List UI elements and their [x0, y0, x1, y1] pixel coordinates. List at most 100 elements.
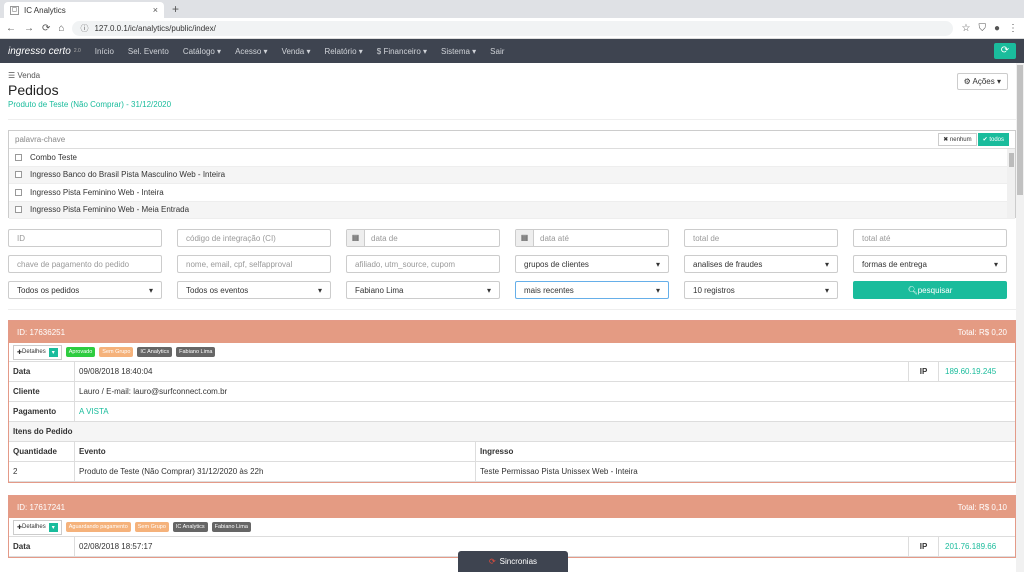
brand-version: 2.0 — [73, 48, 81, 54]
select-value: 10 registros — [693, 285, 735, 295]
nav-item-catalogo[interactable]: Catálogo ▾ — [183, 47, 221, 56]
chevron-down-icon: ▾ — [824, 285, 829, 295]
scroll-thumb[interactable] — [1017, 65, 1023, 195]
checkbox[interactable] — [15, 206, 22, 214]
ip-link[interactable]: 201.76.189.66 — [938, 537, 1015, 556]
payment-link[interactable]: A VISTA — [74, 402, 1015, 421]
list-item[interactable]: Ingresso Pista Feminino Web - Inteira — [9, 184, 1015, 202]
nav-item-sel-evento[interactable]: Sel. Evento — [128, 47, 169, 56]
divider — [8, 119, 1016, 120]
chevron-down-icon: ▾ — [317, 285, 322, 295]
select-value: Todos os eventos — [186, 285, 249, 295]
scroll-thumb[interactable] — [1008, 153, 1014, 167]
option-label: Ingresso Pista Feminino Web - Inteira — [30, 187, 164, 197]
back-icon[interactable]: ← — [6, 23, 16, 34]
nav-item-relatorio[interactable]: Relatório ▾ — [325, 47, 363, 56]
star-icon[interactable]: ☆ — [961, 23, 970, 34]
group-badge: Sem Grupo — [99, 347, 134, 357]
breadcrumb-label: Venda — [17, 71, 41, 80]
main-content: ☰ Venda Pedidos Produto de Teste (Não Co… — [0, 63, 1024, 558]
app-badge: IC Analytics — [137, 347, 173, 357]
none-label: nenhum — [949, 137, 972, 143]
brand-logo[interactable]: ingresso certo 2.0 — [8, 46, 81, 57]
shield-icon[interactable]: ⛉ — [978, 23, 986, 34]
chevron-down-icon: ▾ — [655, 259, 660, 269]
page-scrollbar[interactable] — [1016, 63, 1024, 572]
nav-item-sair[interactable]: Sair — [490, 47, 504, 56]
close-tab-icon[interactable]: × — [153, 5, 158, 15]
chevron-down-icon[interactable]: ▾ — [48, 347, 58, 357]
home-icon[interactable]: ⌂ — [58, 23, 64, 34]
group-badge: Sem Grupo — [134, 522, 169, 532]
events-select[interactable]: Todos os eventos ▾ — [177, 281, 331, 299]
profile-icon[interactable]: ● — [994, 23, 1000, 34]
date-from-input[interactable]: ▦ data de — [346, 229, 500, 247]
orders-select[interactable]: Todos os pedidos ▾ — [8, 281, 162, 299]
affiliate-input[interactable]: afiliado, utm_source, cupom — [346, 255, 500, 273]
sync-label: Sincronias — [499, 557, 538, 566]
date-from-placeholder: data de — [371, 233, 398, 243]
col-quantity: Quantidade — [13, 447, 58, 456]
customer-groups-select[interactable]: grupos de clientes ▾ — [515, 255, 669, 273]
payment-key-input[interactable]: chave de pagamento do pedido — [8, 255, 162, 273]
chevron-down-icon: ▾ — [486, 285, 491, 295]
nav-item-inicio[interactable]: Início — [95, 47, 114, 56]
delivery-select[interactable]: formas de entrega ▾ — [853, 255, 1007, 273]
date-to-input[interactable]: ▦ data até — [515, 229, 669, 247]
id-input[interactable]: ID — [8, 229, 162, 247]
chevron-down-icon: ▾ — [655, 285, 660, 295]
page-size-select[interactable]: 10 registros ▾ — [684, 281, 838, 299]
chevron-down-icon[interactable]: ▾ — [48, 522, 58, 532]
list-item[interactable]: Combo Teste — [9, 149, 1015, 167]
date-to-placeholder: data até — [540, 233, 569, 243]
keyword-placeholder: palavra-chave — [15, 135, 66, 144]
customer-input[interactable]: nome, email, cpf, selfapproval — [177, 255, 331, 273]
tab-title: IC Analytics — [24, 5, 66, 15]
items-label: Itens do Pedido — [13, 427, 73, 436]
select-value: analises de fraudes — [693, 259, 763, 269]
ci-input[interactable]: código de integração (CI) — [177, 229, 331, 247]
list-item[interactable]: Ingresso Pista Feminino Web - Meia Entra… — [9, 201, 1015, 219]
client-value: Lauro / E-mail: lauro@surfconnect.com.br — [74, 382, 1015, 401]
fraud-analysis-select[interactable]: analises de fraudes ▾ — [684, 255, 838, 273]
select-none-button[interactable]: ✖ nenhum — [938, 133, 977, 146]
checkbox[interactable] — [15, 188, 22, 196]
refresh-button[interactable]: ⟳ — [994, 43, 1016, 59]
cell-ticket: Teste Permissao Pista Unissex Web - Inte… — [475, 462, 1015, 481]
sync-button[interactable]: ⟳ Sincronias — [458, 551, 568, 572]
menu-icon[interactable]: ⋮ — [1008, 23, 1018, 34]
search-button[interactable]: 🔍︎ pesquisar — [853, 281, 1007, 299]
nav-item-acesso[interactable]: Acesso ▾ — [235, 47, 267, 56]
total-from-input[interactable]: total de — [684, 229, 838, 247]
actions-label: Ações ▾ — [972, 77, 1001, 86]
payment-label: Pagamento — [13, 407, 57, 416]
ip-link[interactable]: 189.60.19.245 — [938, 362, 1015, 381]
checkbox[interactable] — [15, 153, 22, 161]
user-select[interactable]: Fabiano Lima ▾ — [346, 281, 500, 299]
col-event: Evento — [74, 442, 475, 461]
details-button[interactable]: ✚ Detalhes ▾ — [13, 344, 62, 360]
url-field[interactable]: ⓘ 127.0.0.1/ic/analytics/public/index/ — [72, 20, 954, 36]
list-item[interactable]: Ingresso Banco do Brasil Pista Masculino… — [9, 166, 1015, 184]
forward-icon[interactable]: → — [24, 23, 34, 34]
checkbox[interactable] — [15, 171, 22, 179]
table-row: 2 Produto de Teste (Não Comprar) 31/12/20… — [9, 462, 1015, 482]
user-badge: Fabiano Lima — [176, 347, 216, 357]
sort-select[interactable]: mais recentes ▾ — [515, 281, 669, 299]
nav-item-venda[interactable]: Venda ▾ — [282, 47, 311, 56]
reload-icon[interactable]: ⟳ — [42, 23, 50, 34]
keyword-input[interactable]: palavra-chave ✖ nenhum ✔ todos — [9, 131, 1015, 149]
filter-grid: ID código de integração (CI) ▦ data de ▦ d… — [8, 229, 1016, 299]
select-all-button[interactable]: ✔ todos — [977, 133, 1009, 146]
user-badge: Fabiano Lima — [211, 522, 251, 532]
details-button[interactable]: ✚ Detalhes ▾ — [13, 519, 62, 535]
new-tab-icon[interactable]: + — [172, 2, 179, 16]
browser-tab[interactable]: ▢ IC Analytics × — [4, 2, 164, 18]
search-icon: 🔍︎ — [907, 285, 918, 295]
order-client-row: Cliente Lauro / E-mail: lauro@surfconnect… — [9, 382, 1015, 402]
total-to-input[interactable]: total até — [853, 229, 1007, 247]
list-scrollbar[interactable] — [1007, 149, 1015, 218]
nav-item-financeiro[interactable]: $ Financeiro ▾ — [377, 47, 427, 56]
actions-button[interactable]: ⚙ Ações ▾ — [956, 73, 1008, 90]
nav-item-sistema[interactable]: Sistema ▾ — [441, 47, 476, 56]
